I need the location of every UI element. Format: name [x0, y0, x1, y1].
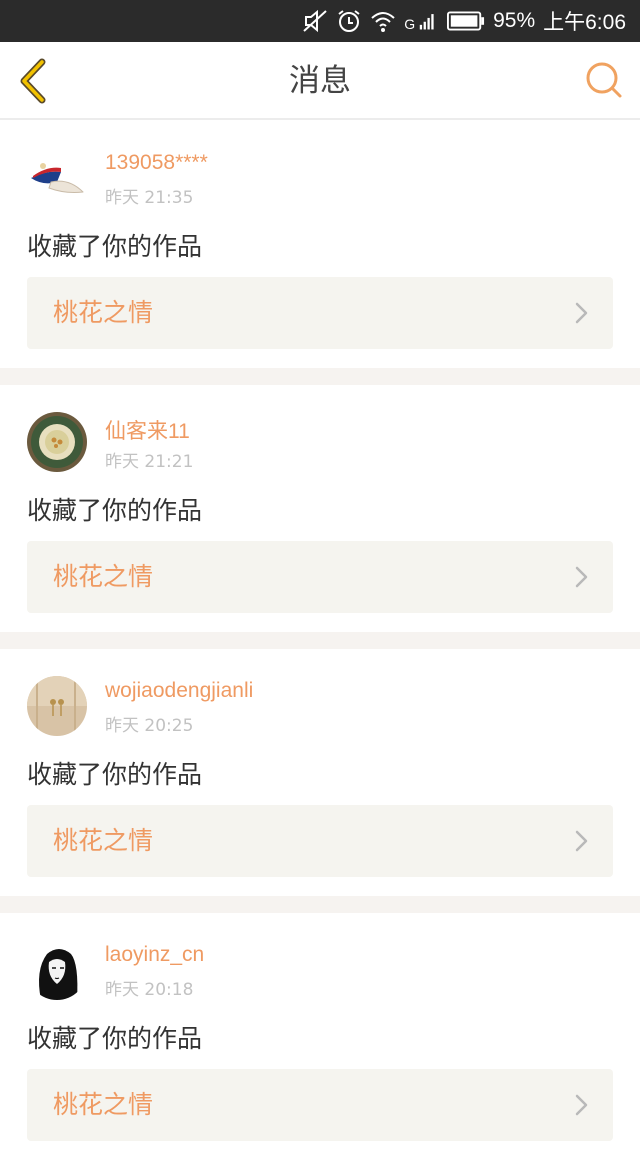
username[interactable]: laoyinz_cn [105, 943, 204, 967]
work-title: 桃花之情 [53, 1090, 154, 1119]
avatar-boat-image [27, 148, 87, 208]
message-item: 仙客来11 昨天 21:21 收藏了你的作品 桃花之情 [0, 385, 640, 632]
username[interactable]: 139058**** [105, 151, 208, 175]
work-title: 桃花之情 [53, 562, 154, 591]
timestamp: 昨天 20:25 [105, 716, 194, 736]
avatar[interactable] [27, 412, 87, 472]
work-link[interactable]: 桃花之情 [27, 1069, 613, 1141]
status-bar: G 95% 上午6:06 [0, 0, 640, 42]
page-title: 消息 [289, 63, 351, 99]
work-title: 桃花之情 [53, 826, 154, 855]
battery-icon [447, 11, 485, 31]
action-text: 收藏了你的作品 [27, 496, 203, 525]
alarm-icon [338, 10, 360, 32]
message-item: wojiaodengjianli 昨天 20:25 收藏了你的作品 桃花之情 [0, 649, 640, 896]
nav-bar: 消息 [0, 42, 640, 120]
chevron-right-icon [575, 302, 588, 324]
action-text: 收藏了你的作品 [27, 760, 203, 789]
chevron-right-icon [575, 830, 588, 852]
message-item: laoyinz_cn 昨天 20:18 收藏了你的作品 桃花之情 [0, 913, 640, 1160]
search-icon[interactable] [584, 60, 624, 100]
status-bar-right: G 95% 上午6:06 [302, 0, 626, 42]
divider [0, 896, 640, 913]
work-link[interactable]: 桃花之情 [27, 277, 613, 349]
work-link[interactable]: 桃花之情 [27, 805, 613, 877]
action-text: 收藏了你的作品 [27, 1024, 203, 1053]
avatar-earring-image [27, 676, 87, 736]
action-text: 收藏了你的作品 [27, 232, 203, 261]
timestamp: 昨天 20:18 [105, 980, 194, 1000]
wifi-icon [371, 12, 395, 32]
username[interactable]: 仙客来11 [105, 415, 190, 445]
work-title: 桃花之情 [53, 298, 154, 327]
chevron-right-icon [575, 1094, 588, 1116]
timestamp: 昨天 21:35 [105, 188, 194, 208]
clock: 上午6:06 [543, 11, 626, 34]
message-list: 139058**** 昨天 21:35 收藏了你的作品 桃花之情 仙客来11 昨… [0, 121, 640, 1160]
divider [0, 368, 640, 385]
network-type: G [404, 16, 416, 32]
avatar[interactable] [27, 676, 87, 736]
timestamp: 昨天 21:21 [105, 452, 194, 472]
avatar-teacup-image [27, 412, 87, 472]
mute-icon [303, 9, 327, 33]
username[interactable]: wojiaodengjianli [105, 679, 253, 703]
avatar[interactable] [27, 148, 87, 208]
avatar[interactable] [27, 940, 87, 1000]
chevron-right-icon [575, 566, 588, 588]
work-link[interactable]: 桃花之情 [27, 541, 613, 613]
battery-percent: 95% [493, 9, 536, 32]
message-item: 139058**** 昨天 21:35 收藏了你的作品 桃花之情 [0, 121, 640, 368]
divider [0, 632, 640, 649]
avatar-portrait-image [27, 940, 87, 1000]
signal-icon [419, 14, 434, 30]
